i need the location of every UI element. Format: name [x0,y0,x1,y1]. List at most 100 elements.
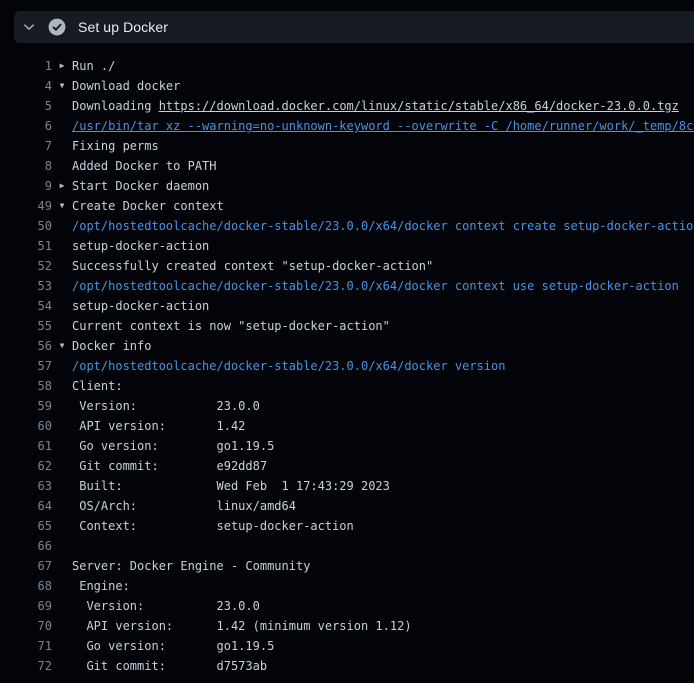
row-gutter [52,436,72,456]
row-gutter: ▶ [52,176,72,196]
log-link[interactable]: https://download.docker.com/linux/static… [159,99,679,113]
log-segment: Docker info [72,339,151,353]
log-text: Context: setup-docker-action [72,516,694,536]
log-text [72,536,694,556]
line-number[interactable]: 68 [0,576,52,596]
row-gutter [52,476,72,496]
line-number[interactable]: 59 [0,396,52,416]
log-row: 53/opt/hostedtoolcache/docker-stable/23.… [0,276,694,296]
row-gutter [52,616,72,636]
log-text: Git commit: e92dd87 [72,456,694,476]
line-number[interactable]: 64 [0,496,52,516]
log-text: Current context is now "setup-docker-act… [72,316,694,336]
line-number[interactable]: 62 [0,456,52,476]
line-number[interactable]: 49 [0,196,52,216]
log-row: 5 Downloading https://download.docker.com… [0,96,694,116]
log-segment: Engine: [72,579,130,593]
expand-group-icon[interactable]: ▶ [60,182,65,190]
line-number[interactable]: 54 [0,296,52,316]
line-number[interactable]: 52 [0,256,52,276]
line-number[interactable]: 9 [0,176,52,196]
group-title: Run ./ [72,56,694,76]
line-number[interactable]: 50 [0,216,52,236]
row-gutter [52,356,72,376]
log-segment: Built: Wed Feb 1 17:43:29 2023 [72,479,390,493]
row-gutter [52,296,72,316]
line-number[interactable]: 51 [0,236,52,256]
log-row: 62 Git commit: e92dd87 [0,456,694,476]
collapse-group-icon[interactable]: ▼ [60,82,65,90]
line-number[interactable]: 6 [0,116,52,136]
log-text: Added Docker to PATH [72,156,694,176]
row-gutter: ▶ [52,56,72,76]
log-row: 54 setup-docker-action [0,296,694,316]
step-header[interactable]: Set up Docker [14,11,694,43]
line-number[interactable]: 69 [0,596,52,616]
line-number[interactable]: 1 [0,56,52,76]
line-number[interactable]: 53 [0,276,52,296]
log-text: Git commit: d7573ab [72,656,694,676]
line-number[interactable]: 70 [0,616,52,636]
row-gutter [52,456,72,476]
line-number[interactable]: 71 [0,636,52,656]
log-link[interactable]: /usr/bin/tar xz --warning=no-unknown-key… [72,119,694,133]
line-number[interactable]: 4 [0,76,52,96]
row-gutter [52,216,72,236]
log-text: setup-docker-action [72,296,694,316]
collapse-group-icon[interactable]: ▼ [60,202,65,210]
expand-group-icon[interactable]: ▶ [60,62,65,70]
group-title: Start Docker daemon [72,176,694,196]
row-gutter [52,96,72,116]
line-number[interactable]: 56 [0,336,52,356]
command-text: /opt/hostedtoolcache/docker-stable/23.0.… [72,219,694,233]
log-row: 69 Version: 23.0.0 [0,596,694,616]
line-number[interactable]: 72 [0,656,52,676]
log-text: API version: 1.42 (minimum version 1.12) [72,616,694,636]
log-text: /opt/hostedtoolcache/docker-stable/23.0.… [72,216,694,236]
log-text: Go version: go1.19.5 [72,636,694,656]
row-gutter [52,496,72,516]
log-row: 52 Successfully created context "setup-do… [0,256,694,276]
log-text: OS/Arch: linux/amd64 [72,496,694,516]
row-gutter: ▼ [52,196,72,216]
log-group-row[interactable]: 1 ▶ Run ./ [0,56,694,76]
line-number[interactable]: 67 [0,556,52,576]
log-segment: Context: setup-docker-action [72,519,354,533]
group-title: Download docker [72,76,694,96]
chevron-down-icon[interactable] [14,20,44,34]
log-row: 71 Go version: go1.19.5 [0,636,694,656]
log-segment: Git commit: d7573ab [72,659,267,673]
log-group-row[interactable]: 9 ▶ Start Docker daemon [0,176,694,196]
log-row: 58 Client: [0,376,694,396]
log-row: 8 Added Docker to PATH [0,156,694,176]
line-number[interactable]: 7 [0,136,52,156]
line-number[interactable]: 60 [0,416,52,436]
line-number[interactable]: 65 [0,516,52,536]
log-group-row[interactable]: 56 ▼ Docker info [0,336,694,356]
log-text: setup-docker-action [72,236,694,256]
line-number[interactable]: 66 [0,536,52,556]
collapse-group-icon[interactable]: ▼ [60,342,65,350]
row-gutter [52,276,72,296]
line-number[interactable]: 63 [0,476,52,496]
log-segment: Server: Docker Engine - Community [72,559,310,573]
line-number[interactable]: 58 [0,376,52,396]
log-segment: Download docker [72,79,180,93]
log-row: 57/opt/hostedtoolcache/docker-stable/23.… [0,356,694,376]
log-row: 67 Server: Docker Engine - Community [0,556,694,576]
log-group-row[interactable]: 49▼Create Docker context [0,196,694,216]
log-text: Downloading https://download.docker.com/… [72,96,694,116]
line-number[interactable]: 61 [0,436,52,456]
line-number[interactable]: 5 [0,96,52,116]
row-gutter [52,556,72,576]
line-number[interactable]: 8 [0,156,52,176]
log-text: Server: Docker Engine - Community [72,556,694,576]
line-number[interactable]: 55 [0,316,52,336]
row-gutter [52,316,72,336]
log-segment: Successfully created context "setup-dock… [72,259,433,273]
line-number[interactable]: 57 [0,356,52,376]
log-text: Client: [72,376,694,396]
log-group-row[interactable]: 4 ▼ Download docker [0,76,694,96]
step-title: Set up Docker [78,19,168,35]
log-segment: setup-docker-action [72,239,209,253]
